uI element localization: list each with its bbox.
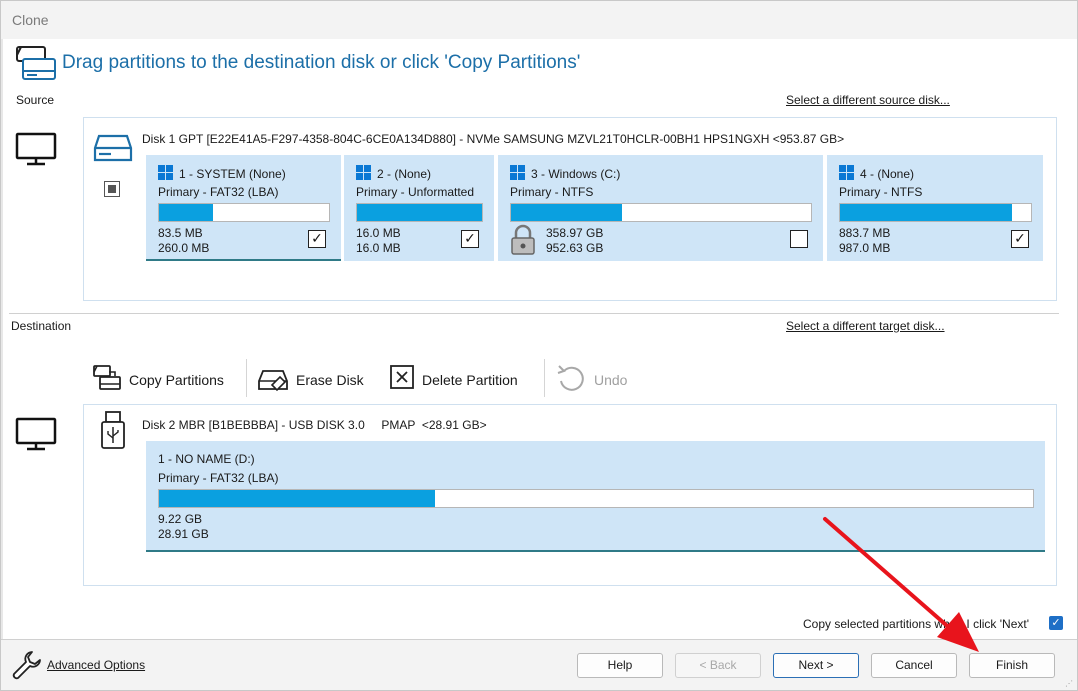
usage-bar: [158, 489, 1034, 508]
partition-type: Primary - FAT32 (LBA): [158, 471, 279, 485]
source-partition-1[interactable]: 1 - SYSTEM (None) Primary - FAT32 (LBA) …: [146, 155, 341, 261]
footer-bar: Advanced Options Help < Back Next > Canc…: [1, 639, 1077, 690]
partition-checkbox[interactable]: ✓: [308, 230, 326, 248]
usage-bar: [356, 203, 483, 222]
page-title: Drag partitions to the destination disk …: [62, 52, 581, 73]
delete-partition-label: Delete Partition: [422, 371, 518, 388]
erase-disk-button[interactable]: Erase Disk: [258, 363, 364, 396]
copy-partitions-icon: [91, 363, 123, 396]
partition-type: Primary - Unformatted: [356, 185, 475, 199]
copy-selected-label: Copy selected partitions when I click 'N…: [803, 617, 1030, 631]
partition-type: Primary - NTFS: [839, 185, 923, 199]
usage-bar: [839, 203, 1032, 222]
undo-button[interactable]: Undo: [556, 363, 627, 396]
total-size: 260.0 MB: [158, 241, 210, 255]
back-button[interactable]: < Back: [675, 653, 761, 678]
usage-bar-fill: [840, 204, 1012, 221]
copy-partitions-label: Copy Partitions: [129, 371, 224, 388]
erase-disk-label: Erase Disk: [296, 371, 364, 388]
erase-disk-icon: [258, 363, 290, 396]
clone-dialog: Clone Drag partitions to the destination…: [0, 0, 1078, 691]
lock-icon: [508, 224, 538, 261]
partition-checkbox[interactable]: [790, 230, 808, 248]
source-label: Source: [16, 93, 55, 107]
source-partition-4[interactable]: 4 - (None) Primary - NTFS 883.7 MB 987.0…: [827, 155, 1043, 261]
cancel-button[interactable]: Cancel: [871, 653, 957, 678]
partition-type: Primary - NTFS: [510, 185, 594, 199]
destination-disk-description: Disk 2 MBR [B1BEBBBA] - USB DISK 3.0 PMA…: [142, 418, 487, 432]
delete-partition-button[interactable]: Delete Partition: [388, 363, 518, 396]
drive-icon: [93, 132, 133, 167]
used-size: 358.97 GB: [546, 226, 604, 240]
used-size: 883.7 MB: [839, 226, 891, 240]
partition-name: 1 - NO NAME (D:): [158, 452, 255, 466]
toolbar-separator: [544, 359, 545, 397]
select-source-disk-link[interactable]: Select a different source disk...: [786, 93, 950, 107]
partition-name: 3 - Windows (C:): [531, 167, 621, 181]
window-title: Clone: [12, 12, 49, 28]
destination-label: Destination: [11, 319, 72, 333]
source-partition-2[interactable]: 2 - (None) Primary - Unformatted 16.0 MB…: [344, 155, 494, 261]
total-size: 16.0 MB: [356, 241, 401, 255]
total-size: 987.0 MB: [839, 241, 891, 255]
used-size: 16.0 MB: [356, 226, 401, 240]
partition-type: Primary - FAT32 (LBA): [158, 185, 279, 199]
windows-logo-icon: [356, 165, 371, 183]
windows-logo-icon: [839, 165, 854, 183]
wrench-icon: [10, 649, 42, 684]
partition-name: 4 - (None): [860, 167, 915, 181]
disk-clone-icon: [13, 43, 57, 88]
finish-button[interactable]: Finish: [969, 653, 1055, 678]
toolbar-separator: [246, 359, 247, 397]
copy-selected-checkbox[interactable]: ✓: [1049, 616, 1063, 630]
advanced-options-link[interactable]: Advanced Options: [47, 658, 145, 672]
partition-name: 2 - (None): [377, 167, 432, 181]
source-disk-description: Disk 1 GPT [E22E41A5-F297-4358-804C-6CE0…: [142, 132, 845, 146]
select-target-disk-link[interactable]: Select a different target disk...: [786, 319, 945, 333]
section-divider: [9, 313, 1059, 314]
title-bar: Clone: [1, 1, 1077, 39]
help-button[interactable]: Help: [577, 653, 663, 678]
next-button[interactable]: Next >: [773, 653, 859, 678]
destination-partition-1[interactable]: 1 - NO NAME (D:) Primary - FAT32 (LBA) 9…: [146, 441, 1045, 552]
used-size: 9.22 GB: [158, 512, 203, 526]
delete-partition-icon: [388, 363, 416, 396]
usage-bar-fill: [511, 204, 622, 221]
left-edge: [1, 39, 3, 639]
source-partition-3[interactable]: 3 - Windows (C:) Primary - NTFS 358.97 G…: [498, 155, 823, 261]
usage-bar-fill: [159, 204, 214, 221]
usage-bar-fill: [357, 204, 482, 221]
select-all-checkbox[interactable]: [104, 181, 120, 197]
total-size: 28.91 GB: [158, 527, 209, 541]
monitor-icon: [15, 132, 57, 169]
usb-drive-icon: [99, 410, 127, 453]
monitor-icon: [15, 417, 57, 454]
windows-logo-icon: [510, 165, 525, 183]
resize-grip-icon[interactable]: ⋰: [1065, 679, 1073, 688]
partition-checkbox[interactable]: ✓: [461, 230, 479, 248]
undo-label: Undo: [594, 371, 628, 388]
windows-logo-icon: [158, 165, 173, 183]
used-size: 83.5 MB: [158, 226, 203, 240]
usage-bar: [510, 203, 812, 222]
partition-checkbox[interactable]: ✓: [1011, 230, 1029, 248]
undo-icon: [556, 363, 588, 396]
total-size: 952.63 GB: [546, 241, 604, 255]
copy-partitions-button[interactable]: Copy Partitions: [91, 363, 224, 396]
partition-name: 1 - SYSTEM (None): [179, 167, 286, 181]
usage-bar: [158, 203, 330, 222]
usage-bar-fill: [159, 490, 436, 507]
